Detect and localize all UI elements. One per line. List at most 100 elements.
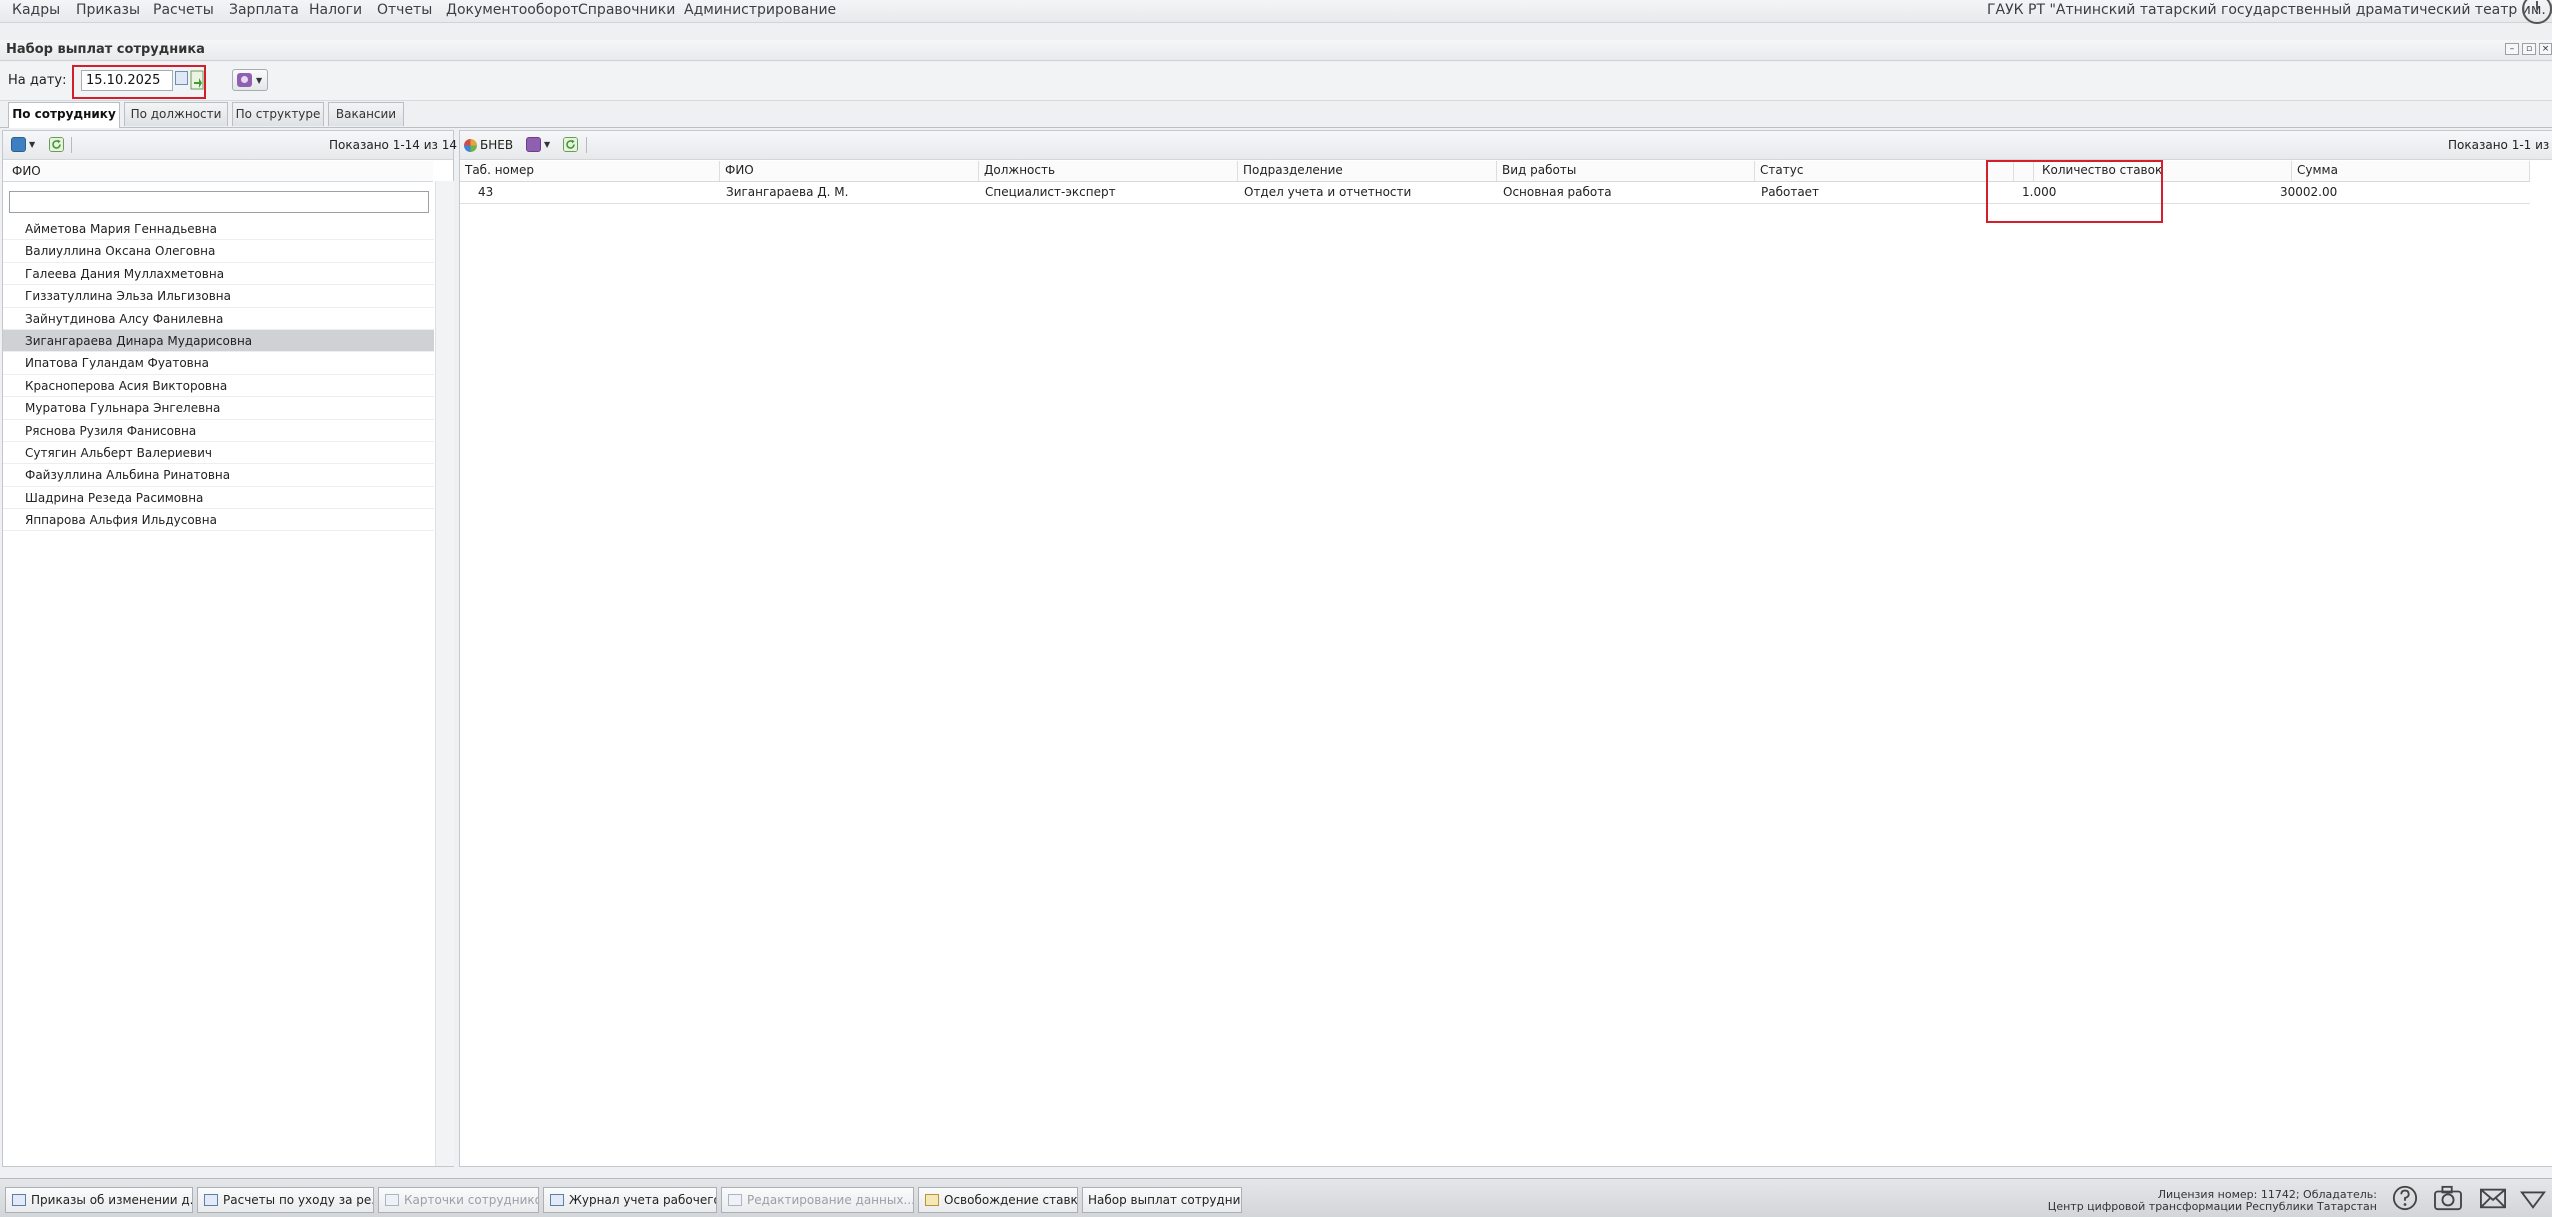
date-label: На дату: bbox=[8, 73, 67, 88]
list-item[interactable]: Ряснова Рузиля Фанисовна bbox=[3, 420, 434, 442]
fio-column-header[interactable]: ФИО bbox=[3, 161, 433, 182]
window-icon bbox=[204, 1194, 218, 1206]
list-menu-icon[interactable] bbox=[11, 137, 26, 152]
help-icon[interactable] bbox=[2391, 1185, 2419, 1211]
tab-po-sotrudniku[interactable]: По сотруднику bbox=[8, 102, 120, 128]
window-icon bbox=[385, 1194, 399, 1206]
edit-window-icon bbox=[925, 1194, 939, 1206]
cell-vid-raboty: Основная работа bbox=[1503, 185, 1612, 199]
chevron-down-icon: ▼ bbox=[256, 76, 263, 85]
list-item[interactable]: Гиззатуллина Эльза Ильгизовна bbox=[3, 285, 434, 308]
toolbar-separator bbox=[586, 137, 587, 153]
kolichestvo-stavok-highlight-frame bbox=[1986, 160, 2163, 223]
edit-window-icon bbox=[728, 1194, 742, 1206]
license-line-2: Центр цифровой трансформации Республики … bbox=[2047, 1200, 2377, 1213]
payments-toolbar: БНЕВ ▼ Показано 1-1 из 1 bbox=[460, 131, 2552, 160]
employee-list-panel: ▼ Показано 1-14 из 14 ФИО Айметова Мария… bbox=[2, 130, 457, 1167]
list-item[interactable]: Валиуллина Оксана Олеговна bbox=[3, 240, 434, 263]
taskbar-window-4[interactable]: Журнал учета рабочего ... bbox=[543, 1187, 717, 1213]
window-title: Набор выплат сотрудника bbox=[6, 42, 205, 57]
employee-list-scrollbar[interactable] bbox=[435, 181, 454, 1166]
toolbar-separator bbox=[71, 137, 72, 153]
list-item[interactable]: Муратова Гульнара Энгелевна bbox=[3, 397, 434, 420]
menu-spravochniki[interactable]: Справочники bbox=[578, 2, 675, 18]
fio-filter-input[interactable] bbox=[9, 191, 429, 213]
settings-dropdown-button[interactable]: ▼ bbox=[232, 69, 268, 91]
list-item[interactable]: Красноперова Асия Викторовна bbox=[3, 375, 434, 398]
mail-icon[interactable] bbox=[2478, 1185, 2508, 1211]
col-header-dolzhnost[interactable]: Должность bbox=[979, 161, 1238, 181]
taskbar-window-2[interactable]: Расчеты по уходу за ре... bbox=[197, 1187, 374, 1213]
cell-dolzhnost: Специалист-эксперт bbox=[985, 185, 1116, 199]
menu-prikazy[interactable]: Приказы bbox=[76, 2, 140, 18]
tab-po-strukture[interactable]: По структуре bbox=[232, 102, 324, 126]
col-header-summa[interactable]: Сумма bbox=[2292, 161, 2530, 181]
cell-fio: Зигангараева Д. М. bbox=[726, 185, 849, 199]
menu-nalogi[interactable]: Налоги bbox=[309, 2, 362, 18]
payments-grid-header: Таб. номер ФИО Должность Подразделение В… bbox=[460, 161, 2530, 182]
window-title-bar: Набор выплат сотрудника – ▫ × bbox=[0, 40, 2552, 61]
gear-icon bbox=[237, 73, 252, 87]
triangle-down-icon[interactable] bbox=[2518, 1185, 2548, 1211]
list-item[interactable]: Сутягин Альберт Валериевич bbox=[3, 442, 434, 465]
menu-zarplata[interactable]: Зарплата bbox=[229, 2, 299, 18]
chevron-down-icon: ▼ bbox=[29, 140, 36, 149]
menu-administrirovanie[interactable]: Администрирование bbox=[684, 2, 836, 18]
taskbar-window-5[interactable]: Редактирование данных... bbox=[721, 1187, 914, 1213]
col-header-tab-nomer[interactable]: Таб. номер bbox=[460, 161, 720, 181]
refresh-icon[interactable] bbox=[49, 137, 64, 152]
taskbar-window-3[interactable]: Карточки сотрудников bbox=[378, 1187, 539, 1213]
taskbar-window-7[interactable]: Набор выплат сотрудника bbox=[1082, 1187, 1242, 1213]
fio-column-label: ФИО bbox=[12, 164, 41, 178]
minimize-button[interactable]: – bbox=[2505, 43, 2519, 55]
list-item[interactable]: Яппарова Альфия Ильдусовна bbox=[3, 509, 434, 532]
menu-raschety[interactable]: Расчеты bbox=[153, 2, 214, 18]
list-item[interactable]: Шадрина Резеда Расимовна bbox=[3, 487, 434, 510]
gear-icon[interactable] bbox=[526, 137, 541, 152]
menu-dokumentooborot[interactable]: Документооборот bbox=[446, 2, 579, 18]
cell-summa: 30002.00 bbox=[2280, 185, 2338, 199]
list-item[interactable]: Зигангараева Динара Мударисовна bbox=[3, 329, 434, 353]
window-icon bbox=[12, 1194, 26, 1206]
col-header-vid-raboty[interactable]: Вид работы bbox=[1497, 161, 1755, 181]
col-header-fio[interactable]: ФИО bbox=[720, 161, 979, 181]
cell-tab-nomer: 43 bbox=[478, 185, 494, 199]
list-item[interactable]: Айметова Мария Геннадьевна bbox=[3, 218, 434, 241]
records-shown-text: Показано 1-1 из 1 bbox=[2448, 138, 2552, 152]
bnev-icon bbox=[464, 139, 477, 152]
list-item[interactable]: Ипатова Гуландам Фуатовна bbox=[3, 352, 434, 375]
date-highlight-frame bbox=[72, 65, 206, 99]
col-header-status[interactable]: Статус bbox=[1755, 161, 2014, 181]
taskbar-window-1[interactable]: Приказы об изменении д... bbox=[5, 1187, 193, 1213]
employee-list: Айметова Мария Геннадьевна Валиуллина Окс… bbox=[3, 218, 434, 532]
employee-list-toolbar: ▼ Показано 1-14 из 14 bbox=[3, 131, 457, 160]
list-item[interactable]: Зайнутдинова Алсу Фанилевна bbox=[3, 308, 434, 330]
records-shown-text: Показано 1-14 из 14 bbox=[329, 138, 458, 152]
main-menu-bar: Кадры Приказы Расчеты Зарплата Налоги От… bbox=[0, 0, 2552, 24]
refresh-icon[interactable] bbox=[563, 137, 578, 152]
camera-icon[interactable] bbox=[2432, 1185, 2464, 1211]
tabs-row: По сотруднику По должности По структуре … bbox=[0, 100, 2552, 128]
menu-kadry[interactable]: Кадры bbox=[12, 2, 60, 18]
close-button[interactable]: × bbox=[2539, 43, 2552, 55]
tab-vakansii[interactable]: Вакансии bbox=[328, 102, 404, 126]
list-item[interactable]: Галеева Дания Муллахметовна bbox=[3, 263, 434, 286]
organization-name: ГАУК РТ "Атнинский татарский государстве… bbox=[1987, 2, 2552, 18]
help-icon[interactable]: ! bbox=[2522, 0, 2552, 24]
bnev-button[interactable]: БНЕВ bbox=[464, 135, 513, 155]
table-row[interactable]: 43 Зигангараева Д. М. Специалист-эксперт… bbox=[460, 182, 2530, 204]
restore-button[interactable]: ▫ bbox=[2522, 43, 2536, 55]
chevron-down-icon: ▼ bbox=[544, 140, 551, 149]
taskbar-window-6[interactable]: Освобождение ставки bbox=[918, 1187, 1078, 1213]
payments-grid-panel: БНЕВ ▼ Показано 1-1 из 1 Таб. номер ФИО … bbox=[459, 130, 2552, 1167]
menu-otchety[interactable]: Отчеты bbox=[377, 2, 432, 18]
license-info: Лицензия номер: 11742; Обладатель: Центр… bbox=[2048, 1189, 2377, 1213]
list-item[interactable]: Файзуллина Альбина Ринатовна bbox=[3, 464, 434, 487]
window-taskbar: Приказы об изменении д... Расчеты по ухо… bbox=[0, 1178, 2552, 1217]
tab-po-dolzhnosti[interactable]: По должности bbox=[124, 102, 228, 126]
cell-status: Работает bbox=[1761, 185, 1820, 199]
window-icon bbox=[550, 1194, 564, 1206]
col-header-podrazdelenie[interactable]: Подразделение bbox=[1238, 161, 1497, 181]
bnev-label: БНЕВ bbox=[480, 138, 514, 152]
cell-podrazdelenie: Отдел учета и отчетности bbox=[1244, 185, 1412, 199]
